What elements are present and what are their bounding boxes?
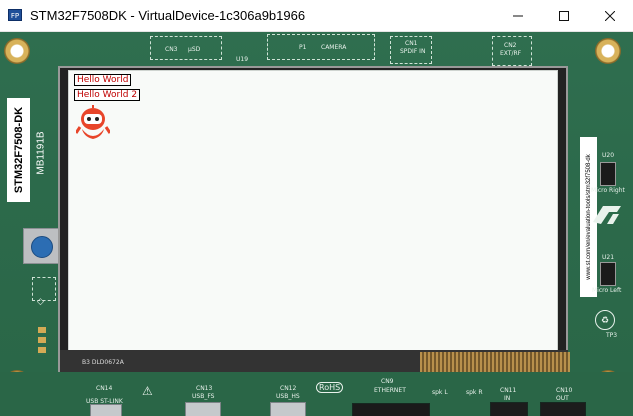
app-icon: FP <box>8 9 22 21</box>
silk-p1: P1 <box>299 44 307 51</box>
silk-cn11: CN11 <box>500 387 517 394</box>
silk-micro-right: Micro Right <box>591 187 625 194</box>
silk-cn14: CN14 <box>96 385 113 392</box>
silk-usd: µSD <box>188 46 201 53</box>
board-id-label: MB1191B <box>35 131 47 175</box>
silk-cn1: CN1 <box>405 40 418 47</box>
silk-ethernet: ETHERNET <box>374 387 406 394</box>
minimize-button[interactable] <box>495 0 541 31</box>
silk-spdif-in: SPDIF IN <box>400 48 426 55</box>
microphone-right <box>600 162 616 186</box>
silk-tp3: TP3 <box>606 332 618 339</box>
silk-ext-rf: EXT/RF <box>500 50 522 57</box>
microphone-left <box>600 262 616 286</box>
silk-cn2: CN2 <box>504 42 517 49</box>
robot-mascot-icon <box>76 105 110 139</box>
maximize-button[interactable] <box>541 0 587 31</box>
window-title: STM32F7508DK - VirtualDevice-1c306a9b196… <box>30 8 306 23</box>
mounting-hole-icon <box>595 38 621 64</box>
board-model-label: STM32F7508-DK <box>7 98 30 202</box>
maximize-icon <box>559 10 569 21</box>
silk-cn12: CN12 <box>280 385 297 392</box>
lcd-text-line-2: Hello World 2 <box>74 89 141 101</box>
silk-spk-l: spk L <box>432 389 448 396</box>
silk-u19: U19 <box>236 56 249 63</box>
silk-cn9: CN9 <box>381 378 394 385</box>
silk-cn3: CN3 <box>165 46 178 53</box>
silk-usb-hs: USB_HS <box>276 393 300 400</box>
silk-rohs: RoHS <box>316 382 344 393</box>
lcd-screen[interactable]: Hello World Hello World 2 <box>68 70 558 351</box>
audio-out-jack[interactable] <box>540 402 586 416</box>
mounting-hole-icon <box>4 38 30 64</box>
close-icon <box>605 10 615 21</box>
user-button[interactable] <box>23 228 59 264</box>
close-button[interactable] <box>587 0 633 31</box>
silk-cn10: CN10 <box>556 387 573 394</box>
silk-out: OUT <box>556 395 569 402</box>
silk-usb-fs: USB_FS <box>192 393 215 400</box>
silk-lcd-code: B3 DLD0672A <box>82 359 124 366</box>
warning-triangle-icon: ⚠ <box>142 384 153 398</box>
recycle-symbol-icon: ♻ <box>595 310 615 330</box>
st-logo-icon <box>593 206 621 224</box>
silk-u20: U20 <box>602 152 615 159</box>
usb-stlink-port[interactable] <box>90 404 122 416</box>
usb-fs-port[interactable] <box>185 402 221 416</box>
diamond-symbol-icon: ◇ <box>37 297 44 307</box>
jumper-outline <box>32 277 56 301</box>
silk-u21: U21 <box>602 254 615 261</box>
silk-camera: CAMERA <box>321 44 347 51</box>
window-titlebar: FP STM32F7508DK - VirtualDevice-1c306a9b… <box>0 0 633 32</box>
minimize-icon <box>513 11 523 21</box>
silk-cn13: CN13 <box>196 385 213 392</box>
sd-connector-outline <box>150 36 222 60</box>
ethernet-port[interactable] <box>352 403 430 416</box>
silk-spk-r: spk R <box>466 389 483 396</box>
pin-header <box>38 327 46 355</box>
audio-in-jack[interactable] <box>490 402 528 416</box>
lcd-text-line-1: Hello World <box>74 74 132 86</box>
button-cap-icon <box>31 236 53 258</box>
silk-in: IN <box>504 395 511 402</box>
board-view: CN3 µSD U19 P1 CAMERA CN1 SPDIF IN CN2 E… <box>0 32 633 416</box>
usb-hs-port[interactable] <box>270 402 306 416</box>
silk-micro-left: Micro Left <box>592 287 622 294</box>
